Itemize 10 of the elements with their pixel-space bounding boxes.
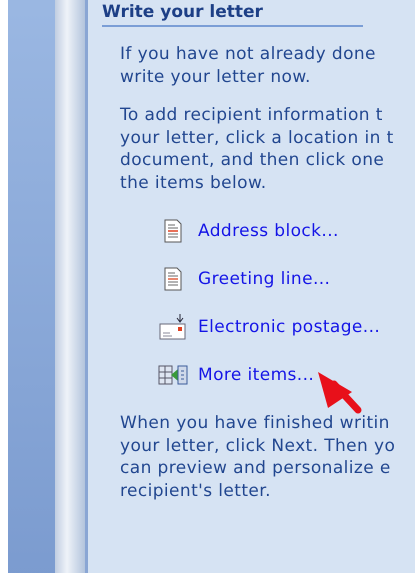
instruction-text: If you have not already done write your letter now. bbox=[120, 43, 377, 88]
section-heading: Write your letter bbox=[102, 2, 363, 27]
task-link[interactable]: Greeting line... bbox=[198, 269, 330, 289]
envelope-icon bbox=[158, 314, 188, 340]
fields-icon bbox=[158, 364, 188, 386]
task-link[interactable]: Address block... bbox=[198, 221, 339, 241]
task-link[interactable]: More items... bbox=[198, 365, 314, 385]
instruction-text: To add recipient information t your letter, click a location in t document, and then click one the items below. bbox=[120, 104, 395, 194]
task-link[interactable]: Electronic postage... bbox=[198, 317, 380, 337]
instruction-text: When you have finished writin your letter, click Next. Then yo can preview and personalize e recipient's letter. bbox=[120, 412, 396, 502]
